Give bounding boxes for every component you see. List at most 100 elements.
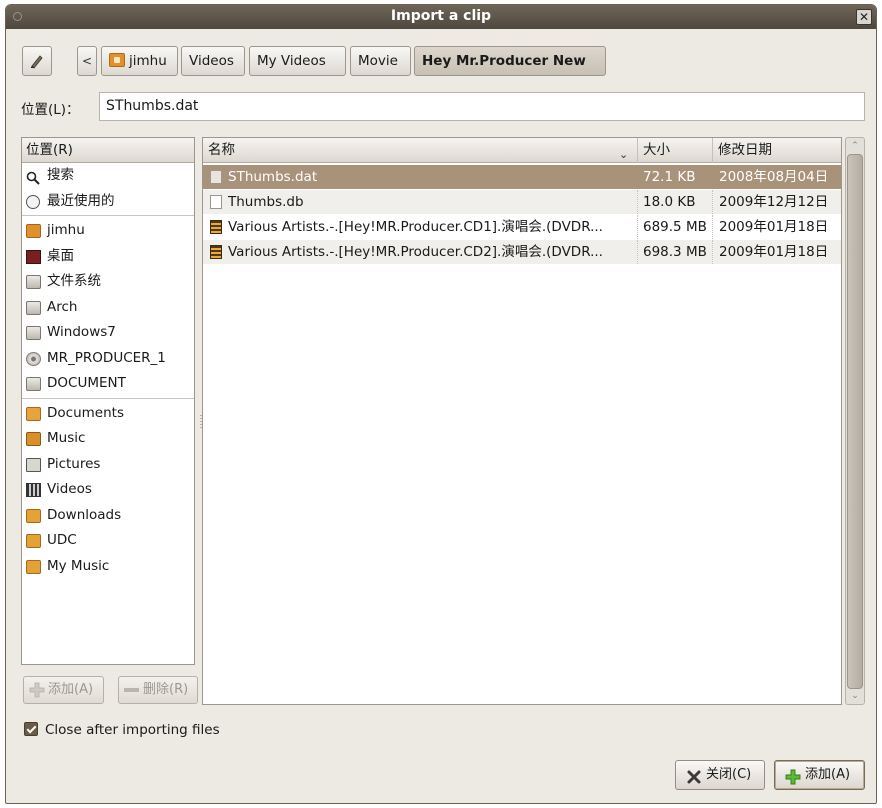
file-name-cell: SThumbs.dat: [208, 165, 636, 189]
file-name: Various Artists.-.[Hey!MR.Producer.CD1].…: [228, 219, 603, 235]
sidebar-item-label: 搜索: [47, 167, 74, 183]
sidebar-item-label: Videos: [47, 481, 92, 497]
close-after-import-label: Close after importing files: [45, 722, 220, 738]
scroll-up-icon[interactable]: ⌃: [846, 138, 864, 154]
close-button[interactable]: 关闭(C): [675, 760, 765, 790]
path-crumb-jimhu[interactable]: jimhu: [101, 46, 178, 76]
video-file-icon: [210, 245, 222, 259]
file-name: Thumbs.db: [228, 194, 304, 210]
sidebar-item-label: Documents: [47, 404, 124, 421]
file-row[interactable]: Various Artists.-.[Hey!MR.Producer.CD1].…: [203, 215, 841, 239]
file-size-cell: 18.0 KB: [637, 190, 712, 214]
sidebar-item-label: UDC: [47, 532, 77, 548]
videos-folder-icon: [26, 483, 41, 497]
add-button[interactable]: 添加(A): [774, 760, 865, 790]
type-location-button[interactable]: [22, 46, 52, 76]
location-input[interactable]: SThumbs.dat: [99, 92, 865, 121]
column-header-size[interactable]: 大小: [637, 138, 712, 163]
file-name-cell: Various Artists.-.[Hey!MR.Producer.CD1].…: [208, 215, 636, 239]
sidebar-item-label: DOCUMENT: [47, 375, 126, 391]
plus-icon: [29, 682, 45, 698]
drive-icon: [26, 326, 41, 340]
sort-descending-icon: ⌄: [619, 148, 629, 161]
document-icon: [210, 195, 222, 209]
drive-icon: [26, 377, 41, 391]
file-list-header: 名称 ⌄ 大小 修改日期: [203, 138, 841, 163]
sidebar-item-mr-producer[interactable]: MR_PRODUCER_1: [22, 346, 194, 372]
remove-bookmark-button[interactable]: 删除(R): [118, 676, 198, 704]
pencil-icon: [31, 55, 43, 69]
file-list-scrollbar[interactable]: ⌃ ⌄: [845, 137, 865, 705]
close-after-import-option[interactable]: Close after importing files: [24, 722, 220, 738]
file-row[interactable]: SThumbs.dat 72.1 KB 2008年08月04日: [203, 165, 841, 189]
video-file-icon: [210, 220, 222, 234]
scrollbar-thumb[interactable]: [847, 154, 863, 689]
places-header[interactable]: 位置(R): [22, 138, 194, 163]
sidebar-item-filesystem[interactable]: 文件系统: [22, 269, 194, 295]
sidebar-item-arch[interactable]: Arch: [22, 295, 194, 321]
file-size-cell: 72.1 KB: [643, 169, 696, 185]
scroll-down-icon[interactable]: ⌄: [846, 688, 864, 704]
sidebar-item-udc[interactable]: UDC: [22, 528, 194, 554]
sidebar-item-jimhu[interactable]: jimhu: [22, 218, 194, 244]
sidebar-item-documents[interactable]: Documents: [22, 401, 194, 427]
sidebar-item-search[interactable]: 搜索: [22, 163, 194, 189]
file-date-cell: 2009年01月18日: [712, 215, 841, 239]
sidebar-item-music[interactable]: Music: [22, 426, 194, 452]
column-header-modified[interactable]: 修改日期: [712, 138, 841, 163]
document-icon: [210, 170, 222, 184]
window-close-button[interactable]: ✕: [856, 9, 872, 25]
sidebar-item-label: 文件系统: [47, 273, 101, 289]
add-bookmark-label: 添加(A): [48, 682, 94, 697]
pictures-folder-icon: [26, 457, 41, 472]
column-name-label: 名称: [208, 142, 235, 158]
file-row[interactable]: Various Artists.-.[Hey!MR.Producer.CD2].…: [203, 240, 841, 264]
sidebar-item-pictures[interactable]: Pictures: [22, 452, 194, 478]
sidebar-item-label: jimhu: [47, 222, 85, 238]
sidebar-item-recent[interactable]: 最近使用的: [22, 189, 194, 215]
documents-folder-icon: [26, 406, 41, 421]
add-button-label: 添加(A): [805, 767, 851, 782]
drive-icon: [26, 300, 41, 315]
close-button-label: 关闭(C): [706, 767, 752, 782]
close-x-icon: [686, 768, 702, 784]
disc-icon: [26, 351, 41, 366]
sidebar-item-desktop[interactable]: 桌面: [22, 244, 194, 270]
add-bookmark-button[interactable]: 添加(A): [23, 676, 104, 704]
music-folder-icon: [26, 432, 41, 446]
sidebar-item-downloads[interactable]: Downloads: [22, 503, 194, 529]
remove-bookmark-label: 删除(R): [143, 682, 189, 697]
places-sidebar: 位置(R) 搜索 最近使用的 jimhu 桌面 文件系统 Arch Window…: [21, 137, 195, 665]
folder-icon: [26, 559, 41, 574]
file-list: 名称 ⌄ 大小 修改日期 SThumbs.dat 72.1 KB 2008年08…: [202, 137, 842, 705]
sidebar-item-label: Downloads: [47, 506, 122, 523]
sidebar-item-document[interactable]: DOCUMENT: [22, 371, 194, 397]
drive-icon: [26, 275, 41, 289]
sidebar-item-my-music[interactable]: My Music: [22, 554, 194, 580]
path-crumb-hey-mr-producer-new[interactable]: Hey Mr.Producer New: [414, 46, 606, 76]
file-name: Various Artists.-.[Hey!MR.Producer.CD2].…: [228, 244, 603, 260]
import-clip-dialog: Import a clip ✕ < jimhu Videos My Videos…: [5, 4, 877, 804]
file-date-cell: 2009年01月18日: [712, 240, 841, 264]
path-crumb-movie[interactable]: Movie: [350, 46, 411, 76]
sidebar-item-videos[interactable]: Videos: [22, 477, 194, 503]
file-size-cell: 689.5 MB: [637, 215, 712, 239]
sidebar-item-windows7[interactable]: Windows7: [22, 320, 194, 346]
desktop-icon: [26, 249, 41, 264]
path-scroll-left-button[interactable]: <: [77, 46, 97, 76]
close-after-import-checkbox[interactable]: [24, 722, 38, 736]
downloads-folder-icon: [26, 508, 41, 523]
file-row[interactable]: Thumbs.db 18.0 KB 2009年12月12日: [203, 190, 841, 214]
sidebar-item-label: Windows7: [47, 324, 116, 340]
crumb-label: jimhu: [129, 53, 167, 69]
sidebar-item-label: Pictures: [47, 455, 101, 472]
column-header-name[interactable]: 名称 ⌄: [203, 138, 637, 163]
path-crumb-my-videos[interactable]: My Videos: [249, 46, 346, 76]
path-crumb-videos[interactable]: Videos: [181, 46, 245, 76]
file-date-cell: 2009年12月12日: [712, 190, 841, 214]
sidebar-item-label: 桌面: [47, 247, 74, 264]
file-name: SThumbs.dat: [228, 169, 318, 185]
location-label: 位置(L)：: [21, 102, 80, 118]
sidebar-item-label: MR_PRODUCER_1: [47, 349, 166, 366]
file-size-cell: 698.3 MB: [637, 240, 712, 264]
